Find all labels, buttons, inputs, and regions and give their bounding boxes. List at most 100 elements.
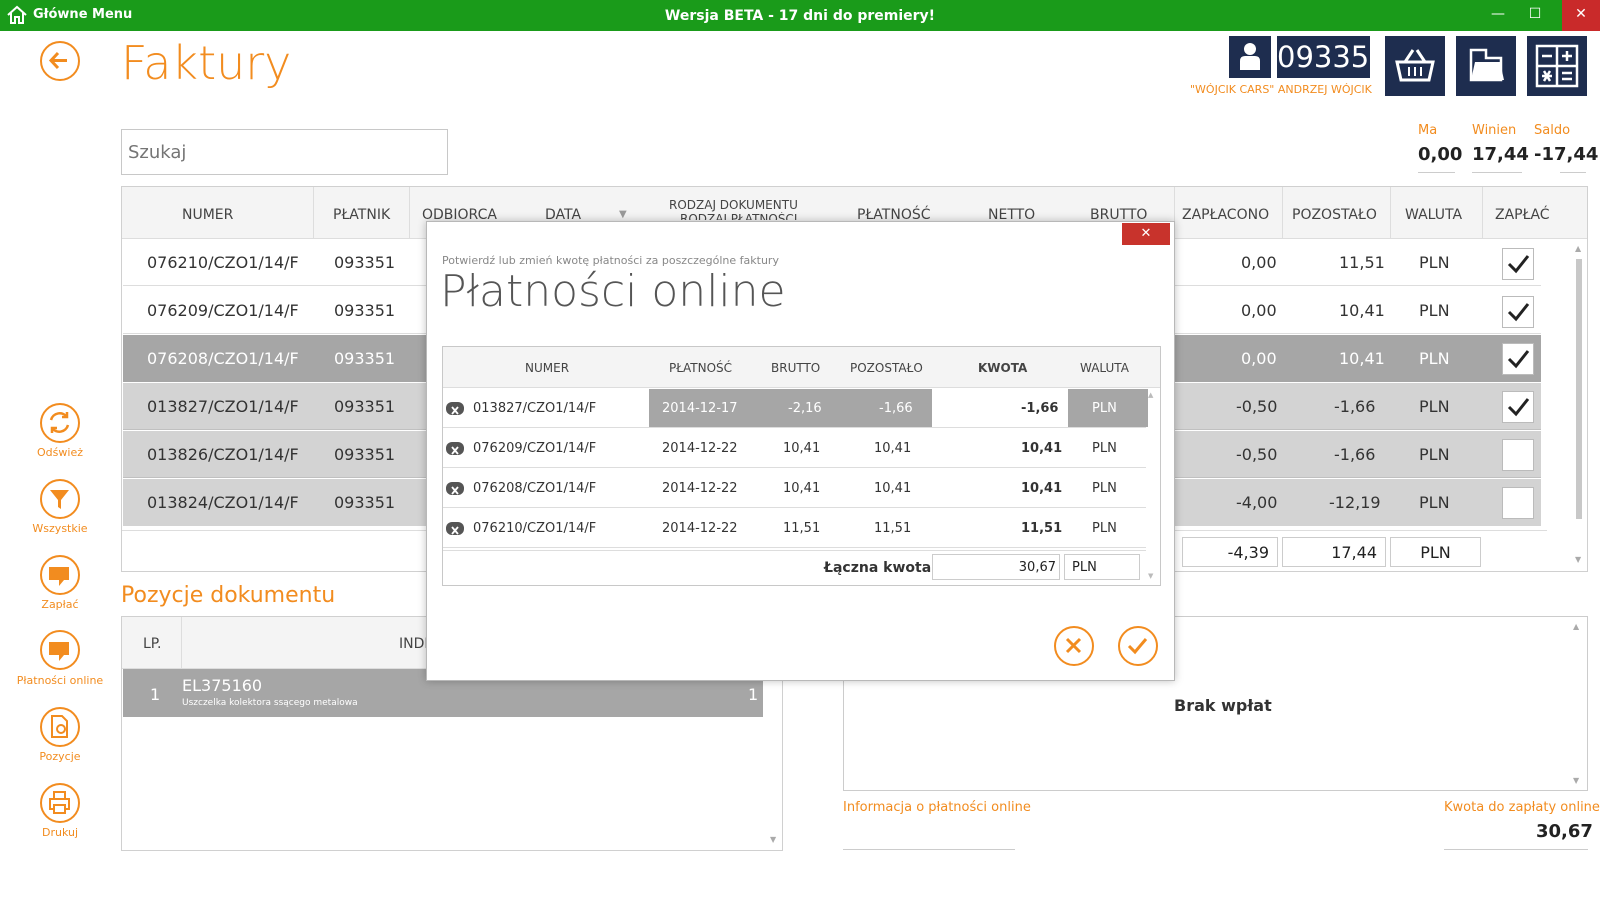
dcol-kwota[interactable]: KWOTA (978, 361, 1027, 375)
drow-brutto: 11,51 (783, 521, 821, 536)
col-zaplac[interactable]: ZAPŁAĆ (1495, 207, 1550, 223)
pay-checkbox[interactable] (1502, 248, 1534, 280)
winien-value: 17,44 (1472, 144, 1529, 165)
calculator-icon (1535, 44, 1579, 88)
window-title: Wersja BETA - 17 dni do premiery! (664, 8, 936, 24)
row-zaplacono: -4,00 (1236, 493, 1278, 512)
row-zaplacono: 0,00 (1241, 301, 1277, 320)
close-icon (1065, 637, 1082, 654)
row-pozostalo: -1,66 (1334, 397, 1376, 416)
dialog-scroll-up-icon[interactable]: ▲ (1148, 391, 1153, 399)
refresh-label[interactable]: Odśwież (10, 446, 110, 459)
dcol-brutto[interactable]: BRUTTO (771, 361, 820, 375)
calculator-button[interactable] (1527, 36, 1587, 96)
pay-checkbox[interactable] (1502, 439, 1534, 471)
drow-pozostalo: 11,51 (874, 521, 912, 536)
position-index: EL375160 (182, 676, 263, 695)
refresh-button[interactable] (40, 403, 80, 443)
drow-pozostalo: 10,41 (874, 481, 912, 496)
col-pozostalo[interactable]: POZOSTAŁO (1292, 207, 1377, 223)
remove-row-button[interactable] (446, 442, 464, 455)
row-waluta: PLN (1419, 445, 1450, 464)
saldo-value: -17,44 (1534, 144, 1599, 165)
positions-button[interactable] (40, 707, 80, 747)
remove-row-button[interactable] (446, 522, 464, 535)
col-lp[interactable]: LP. (143, 636, 162, 652)
documents-button[interactable] (1456, 36, 1516, 96)
drow-waluta: PLN (1092, 481, 1117, 496)
drow-waluta: PLN (1092, 401, 1117, 416)
col-rodzaj-dokumentu[interactable]: RODZAJ DOKUMENTU (669, 198, 798, 212)
drow-platnosc: 2014-12-22 (662, 441, 738, 456)
pay-button[interactable] (40, 555, 80, 595)
col-platnik[interactable]: PŁATNIK (333, 207, 390, 223)
dialog-close-button[interactable]: ✕ (1122, 223, 1170, 245)
row-numer: 076208/CZO1/14/F (147, 349, 299, 368)
dialog-scroll-down-icon[interactable]: ▼ (1148, 572, 1153, 580)
dcol-numer[interactable]: NUMER (525, 361, 569, 375)
pay-label[interactable]: Zapłać (10, 598, 110, 611)
cart-button[interactable] (1385, 36, 1445, 96)
dialog-confirm-button[interactable] (1118, 626, 1158, 666)
user-icon (1240, 43, 1260, 70)
scroll-down-icon[interactable]: ▼ (770, 835, 776, 844)
all-filter-button[interactable] (40, 479, 80, 519)
back-button[interactable] (40, 41, 80, 81)
search-input[interactable] (121, 129, 448, 175)
row-numer: 013827/CZO1/14/F (147, 397, 299, 416)
online-info-label: Informacja o płatności online (843, 800, 1031, 815)
check-icon (1507, 255, 1530, 274)
drow-kwota-input[interactable]: -1,66 (1021, 401, 1058, 416)
minimize-button[interactable]: — (1483, 0, 1513, 31)
dcol-waluta[interactable]: WALUTA (1080, 361, 1129, 375)
dcol-pozostalo[interactable]: POZOSTAŁO (850, 361, 923, 375)
row-pozostalo: 11,51 (1339, 253, 1385, 272)
drow-kwota-input[interactable]: 11,51 (1021, 521, 1062, 536)
row-platnik: 093351 (334, 301, 396, 320)
online-payments-label[interactable]: Płatności online (10, 674, 110, 687)
maximize-button[interactable]: ☐ (1520, 0, 1550, 31)
window-close-button[interactable]: ✕ (1562, 0, 1600, 31)
row-numer: 013824/CZO1/14/F (147, 493, 299, 512)
ma-value: 0,00 (1418, 144, 1463, 165)
position-lp: 1 (150, 685, 161, 704)
client-name: "WÓJCIK CARS" ANDRZEJ WÓJCIK (1190, 83, 1372, 96)
dialog-total-value: 30,67 (932, 554, 1060, 580)
drow-kwota-input[interactable]: 10,41 (1021, 441, 1062, 456)
online-payments-button[interactable] (40, 630, 80, 670)
pay-icon (49, 567, 69, 586)
dialog-cancel-button[interactable] (1054, 626, 1094, 666)
col-numer[interactable]: NUMER (182, 207, 233, 223)
pay-checkbox[interactable] (1502, 391, 1534, 423)
print-label[interactable]: Drukuj (10, 826, 110, 839)
dcol-platnosc[interactable]: PŁATNOŚĆ (669, 361, 732, 375)
positions-label[interactable]: Pozycje (10, 750, 110, 763)
total-waluta: PLN (1390, 537, 1481, 567)
row-platnik: 093351 (334, 397, 396, 416)
table-scrollbar[interactable]: ▲ ▼ (1572, 239, 1586, 569)
ma-label: Ma (1418, 123, 1438, 138)
col-zaplacono[interactable]: ZAPŁACONO (1182, 207, 1269, 223)
remove-row-button[interactable] (446, 402, 464, 415)
total-zaplacono: -4,39 (1182, 537, 1278, 567)
drow-brutto: 10,41 (783, 481, 821, 496)
drow-kwota-input[interactable]: 10,41 (1021, 481, 1062, 496)
row-numer: 076210/CZO1/14/F (147, 253, 299, 272)
col-waluta[interactable]: WALUTA (1405, 207, 1462, 223)
print-button[interactable] (40, 783, 80, 823)
pay-checkbox[interactable] (1502, 343, 1534, 375)
remove-row-button[interactable] (446, 482, 464, 495)
close-icon (451, 406, 459, 415)
saldo-underline (1560, 172, 1586, 173)
saldo-label: Saldo (1534, 123, 1571, 138)
drow-numer: 076209/CZO1/14/F (473, 441, 597, 456)
all-filter-label[interactable]: Wszystkie (10, 522, 110, 535)
pay-checkbox[interactable] (1502, 487, 1534, 519)
online-amount-value: 30,67 (1536, 821, 1593, 842)
row-zaplacono: 0,00 (1241, 349, 1277, 368)
ma-underline (1418, 172, 1455, 173)
client-tile[interactable] (1229, 36, 1271, 78)
empty-payments-text: Brak wpłat (1174, 696, 1272, 715)
row-platnik: 093351 (334, 253, 396, 272)
pay-checkbox[interactable] (1502, 296, 1534, 328)
